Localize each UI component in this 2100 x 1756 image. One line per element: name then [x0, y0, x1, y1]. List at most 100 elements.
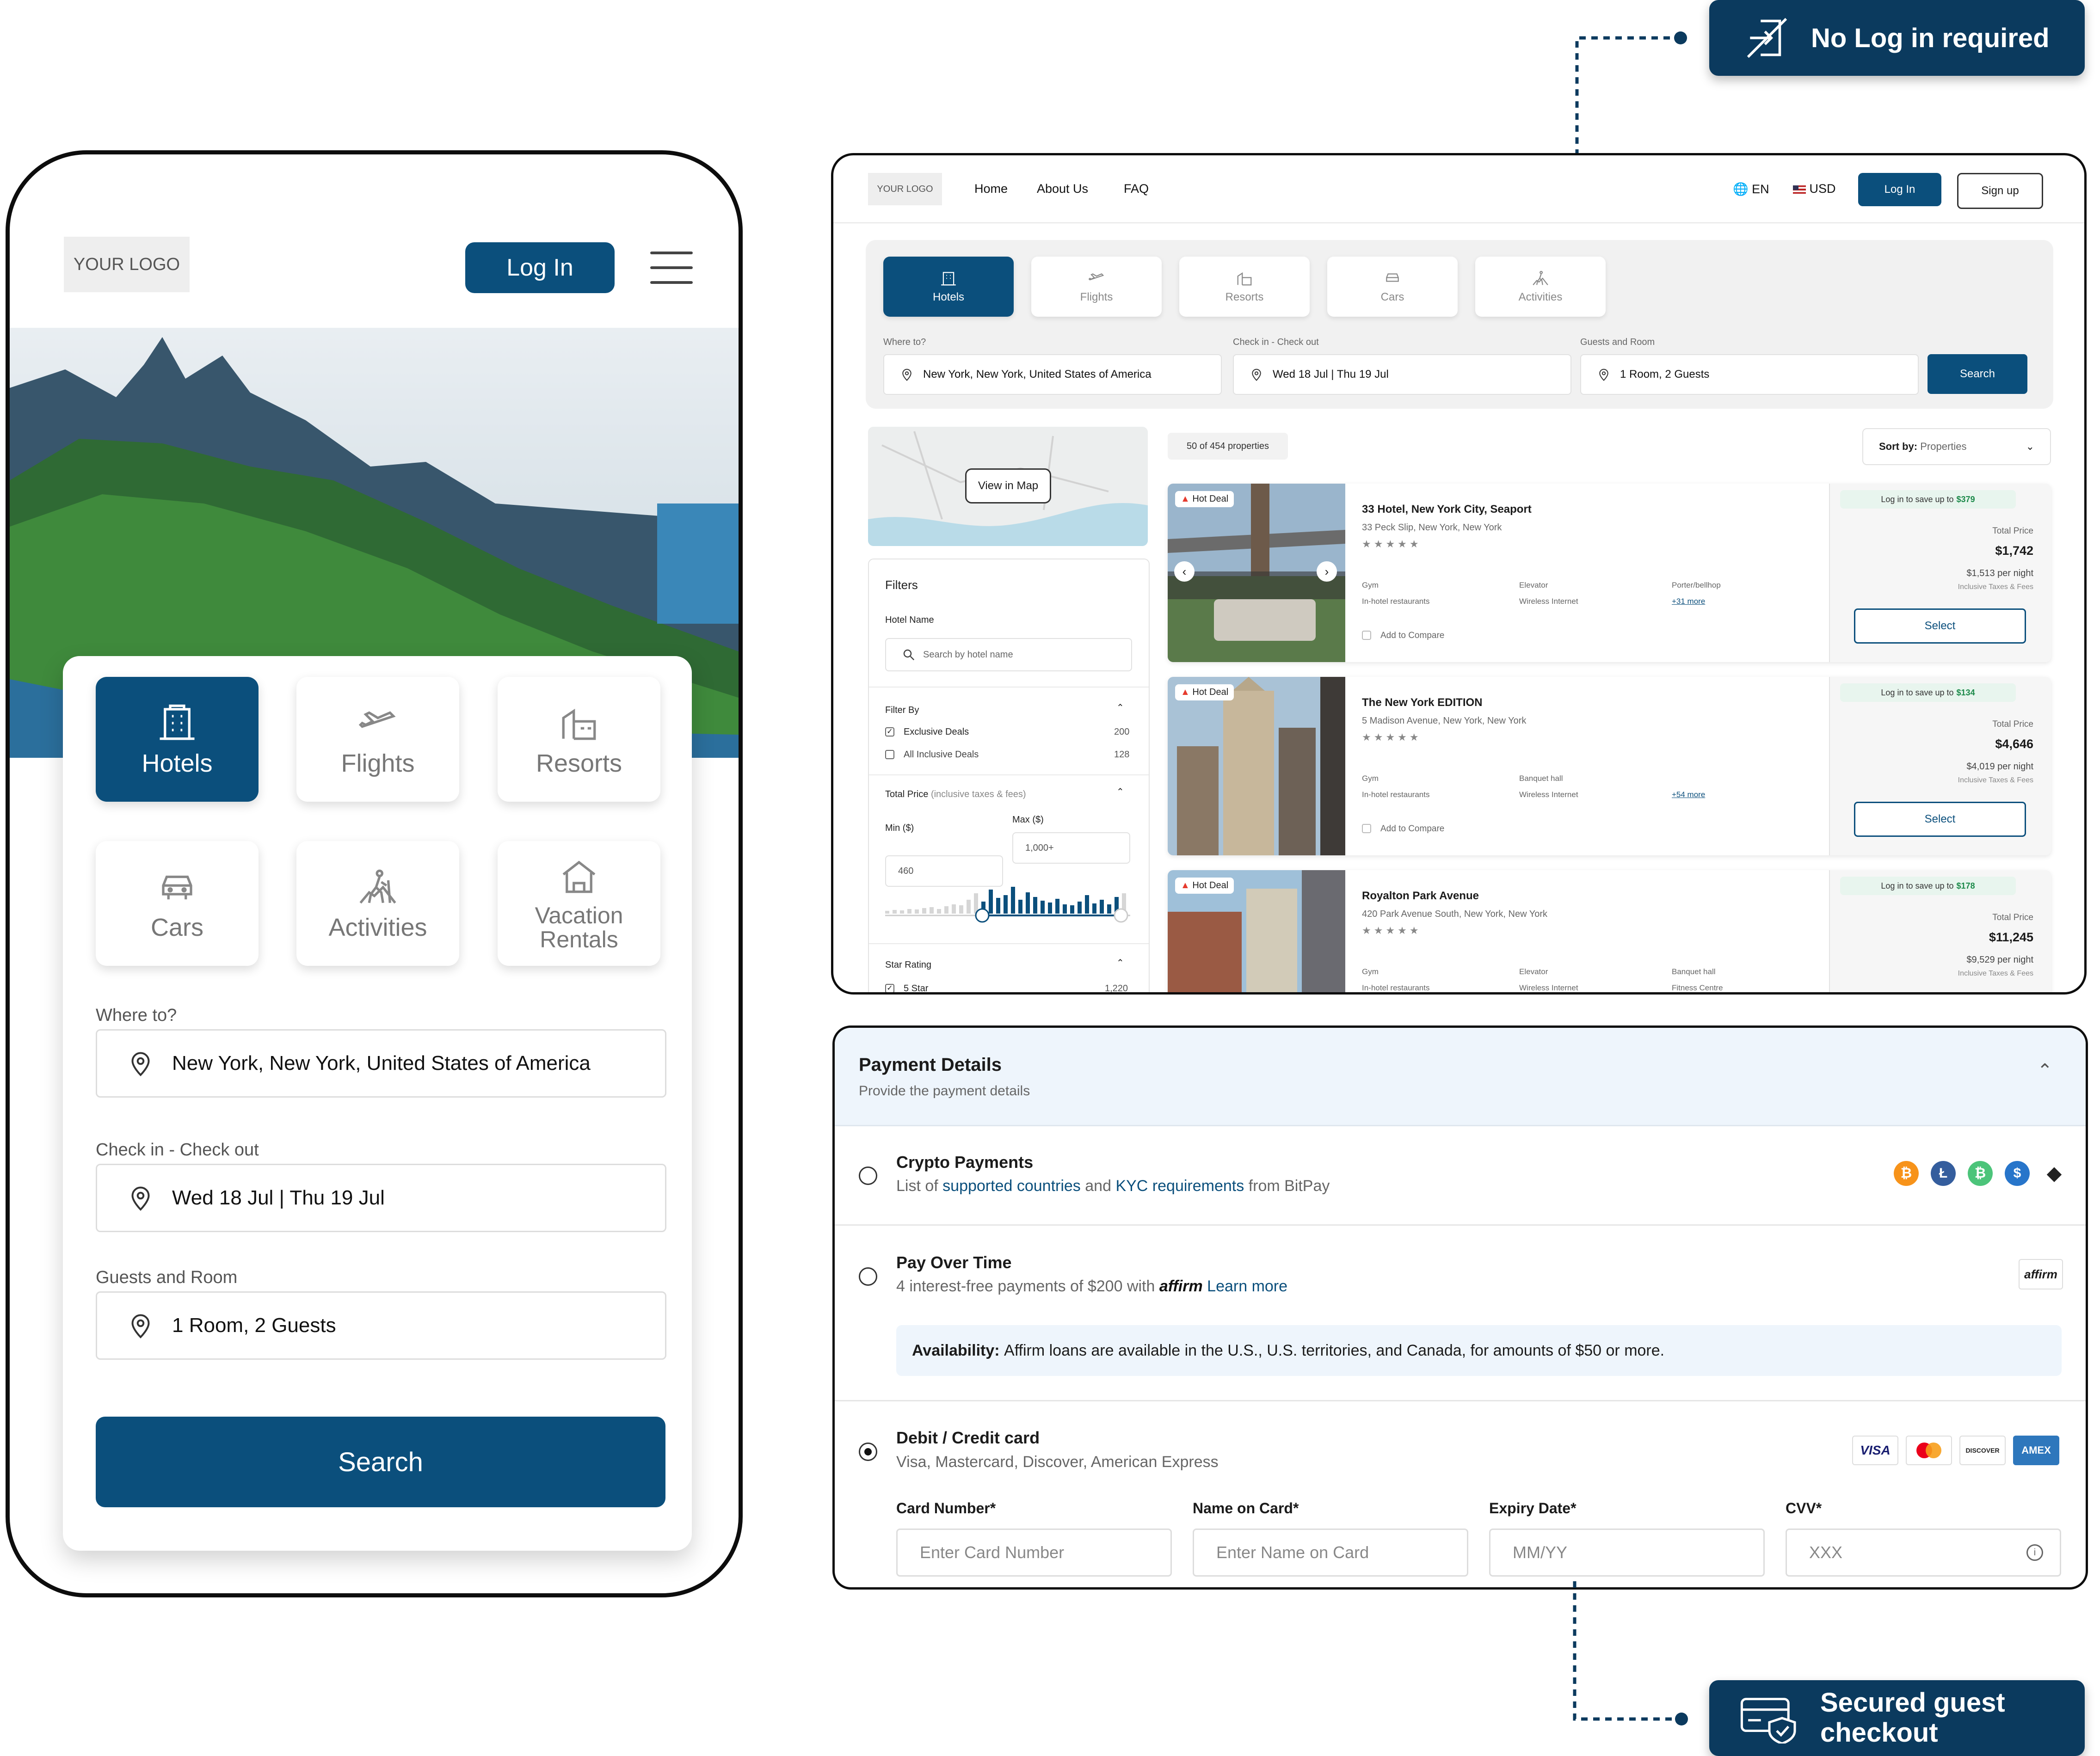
max-label: Max ($) [1012, 815, 1044, 825]
hotel-card[interactable]: ▲ Hot Deal ‹ › 33 Hotel, New York City, … [1168, 484, 2051, 662]
guests-field[interactable]: 1 Room, 2 Guests [96, 1291, 666, 1360]
tab-flights[interactable]: Flights [1031, 257, 1162, 317]
amenity: Porter/bellhop [1672, 581, 1721, 589]
compare-checkbox[interactable] [1362, 631, 1371, 640]
more-amenities-link[interactable]: +54 more [1672, 790, 1705, 799]
desktop-signup-button[interactable]: Sign up [1957, 173, 2043, 209]
save-banner[interactable]: Log in to save up to $178 [1840, 877, 2016, 895]
tab-activities[interactable]: Activities [1475, 257, 1606, 317]
histogram-bar [1092, 903, 1096, 914]
select-button[interactable]: Select [1854, 608, 2026, 644]
total-price: $4,646 [1995, 737, 2033, 751]
car-icon [1386, 273, 1399, 282]
hotel-card[interactable]: ▲ Hot Deal Royalton Park Avenue 420 Park… [1168, 870, 2051, 992]
desktop-login-button[interactable]: Log In [1858, 173, 1941, 206]
plane-icon [358, 711, 396, 728]
five-star-checkbox[interactable]: ✓ [885, 984, 894, 992]
usdc-icon: $ [2005, 1161, 2030, 1186]
desktop-search-button[interactable]: Search [1928, 354, 2027, 394]
tab-cars[interactable]: Cars [1327, 257, 1458, 317]
chevron-up-icon[interactable]: ⌃ [2037, 1060, 2053, 1081]
amenity-gym: Gym [1362, 967, 1379, 976]
house-icon [562, 860, 596, 893]
chevron-up-icon[interactable]: ⌃ [1116, 702, 1124, 713]
histogram-bar [1011, 887, 1015, 914]
crypto-radio[interactable] [859, 1167, 877, 1185]
histogram-bar [1055, 899, 1059, 914]
guests-field[interactable]: 1 Room, 2 Guests [1580, 354, 1919, 395]
hotel-name-input[interactable]: Search by hotel name [885, 638, 1132, 671]
sort-dropdown[interactable]: Sort by: Properties ⌄ [1862, 428, 2051, 465]
nav-faq[interactable]: FAQ [1124, 182, 1149, 196]
save-banner[interactable]: Log in to save up to $134 [1840, 683, 2016, 702]
callout-no-login: No Log in required [1709, 0, 2085, 76]
dates-field[interactable]: Wed 18 Jul | Thu 19 Jul [96, 1164, 666, 1232]
star-rating-icon: ★★★★★ [1362, 538, 1422, 550]
mobile-login-button[interactable]: Log In [465, 242, 615, 293]
payment-header[interactable]: Payment Details Provide the payment deta… [835, 1028, 2086, 1126]
chevron-right-icon[interactable]: › [1317, 561, 1337, 582]
mobile-search-button[interactable]: Search [96, 1417, 665, 1507]
hamburger-menu-icon[interactable] [650, 252, 693, 284]
plane-icon [1088, 273, 1104, 281]
no-login-icon [1747, 18, 1787, 58]
credit-card-radio[interactable] [859, 1443, 877, 1461]
min-input[interactable]: 460 [885, 855, 1003, 887]
hotel-name[interactable]: Royalton Park Avenue [1362, 890, 1479, 903]
where-field[interactable]: New York, New York, United States of Ame… [96, 1029, 666, 1098]
secure-card-icon [1740, 1698, 1796, 1744]
total-price-label: Total Price [1992, 526, 2033, 536]
desktop-results-frame: YOUR LOGO Home About Us FAQ 🌐 EN USD Log… [831, 153, 2087, 995]
compare-checkbox[interactable] [1362, 824, 1371, 833]
divider [835, 1224, 2086, 1226]
pay-over-time-radio[interactable] [859, 1267, 877, 1286]
language-selector[interactable]: 🌐 EN [1733, 182, 1769, 196]
cvv-label: CVV* [1786, 1500, 1822, 1517]
tile-flights[interactable]: Flights [296, 677, 459, 802]
tile-cars[interactable]: Cars [96, 841, 259, 966]
divider [869, 687, 1149, 688]
header-divider [833, 222, 2084, 223]
tab-hotels[interactable]: Hotels [883, 257, 1014, 317]
litecoin-icon: Ł [1931, 1161, 1956, 1186]
dates-field[interactable]: Wed 18 Jul | Thu 19 Jul [1233, 354, 1571, 395]
save-banner[interactable]: Log in to save up to $379 [1840, 490, 2016, 509]
hotel-name[interactable]: The New York EDITION [1362, 696, 1483, 709]
total-price-label: Total Price (inclusive taxes & fees) [885, 789, 1026, 799]
tile-resorts[interactable]: Resorts [498, 677, 660, 802]
cvv-input[interactable]: XXX i [1786, 1529, 2061, 1577]
more-amenities-link[interactable]: +31 more [1672, 597, 1705, 606]
tile-activities[interactable]: Activities [296, 841, 459, 966]
five-star-count: 1,220 [1105, 983, 1128, 994]
select-button[interactable]: Select [1854, 802, 2026, 837]
nav-about[interactable]: About Us [1037, 182, 1088, 196]
expiry-input[interactable]: MM/YY [1489, 1529, 1765, 1577]
chevron-up-icon[interactable]: ⌃ [1116, 957, 1124, 969]
hotel-name[interactable]: 33 Hotel, New York City, Seaport [1362, 503, 1532, 516]
supported-countries-link[interactable]: supported countries [942, 1177, 1081, 1195]
nav-home[interactable]: Home [974, 182, 1008, 196]
tab-resorts[interactable]: Resorts [1179, 257, 1310, 317]
learn-more-link[interactable]: Learn more [1207, 1277, 1287, 1295]
tile-hotels[interactable]: Hotels [96, 677, 259, 802]
view-in-map-button[interactable]: View in Map [965, 468, 1051, 503]
hotel-card[interactable]: ▲ Hot Deal The New York EDITION 5 Madiso… [1168, 677, 2051, 855]
all-inclusive-checkbox[interactable] [885, 750, 894, 759]
card-number-input[interactable]: Enter Card Number [896, 1529, 1172, 1577]
tile-vacation-rentals[interactable]: Vacation Rentals [498, 841, 660, 966]
chevron-up-icon[interactable]: ⌃ [1116, 786, 1124, 798]
max-input[interactable]: 1,000+ [1012, 832, 1130, 864]
amenity: Wireless Internet [1519, 790, 1578, 799]
hot-deal-badge: ▲ Hot Deal [1175, 684, 1234, 700]
kyc-requirements-link[interactable]: KYC requirements [1115, 1177, 1244, 1195]
secured-checkout-label: Secured guest checkout [1820, 1688, 2005, 1748]
hotel-icon [160, 704, 195, 740]
where-field[interactable]: New York, New York, United States of Ame… [883, 354, 1222, 395]
results-count: 50 of 454 properties [1168, 433, 1288, 460]
exclusive-checkbox[interactable]: ✓ [885, 727, 894, 737]
currency-selector[interactable]: USD [1793, 182, 1836, 196]
chevron-left-icon[interactable]: ‹ [1174, 561, 1195, 582]
info-icon[interactable]: i [2026, 1544, 2043, 1561]
price-histogram-slider[interactable] [885, 883, 1130, 925]
name-on-card-input[interactable]: Enter Name on Card [1193, 1529, 1468, 1577]
